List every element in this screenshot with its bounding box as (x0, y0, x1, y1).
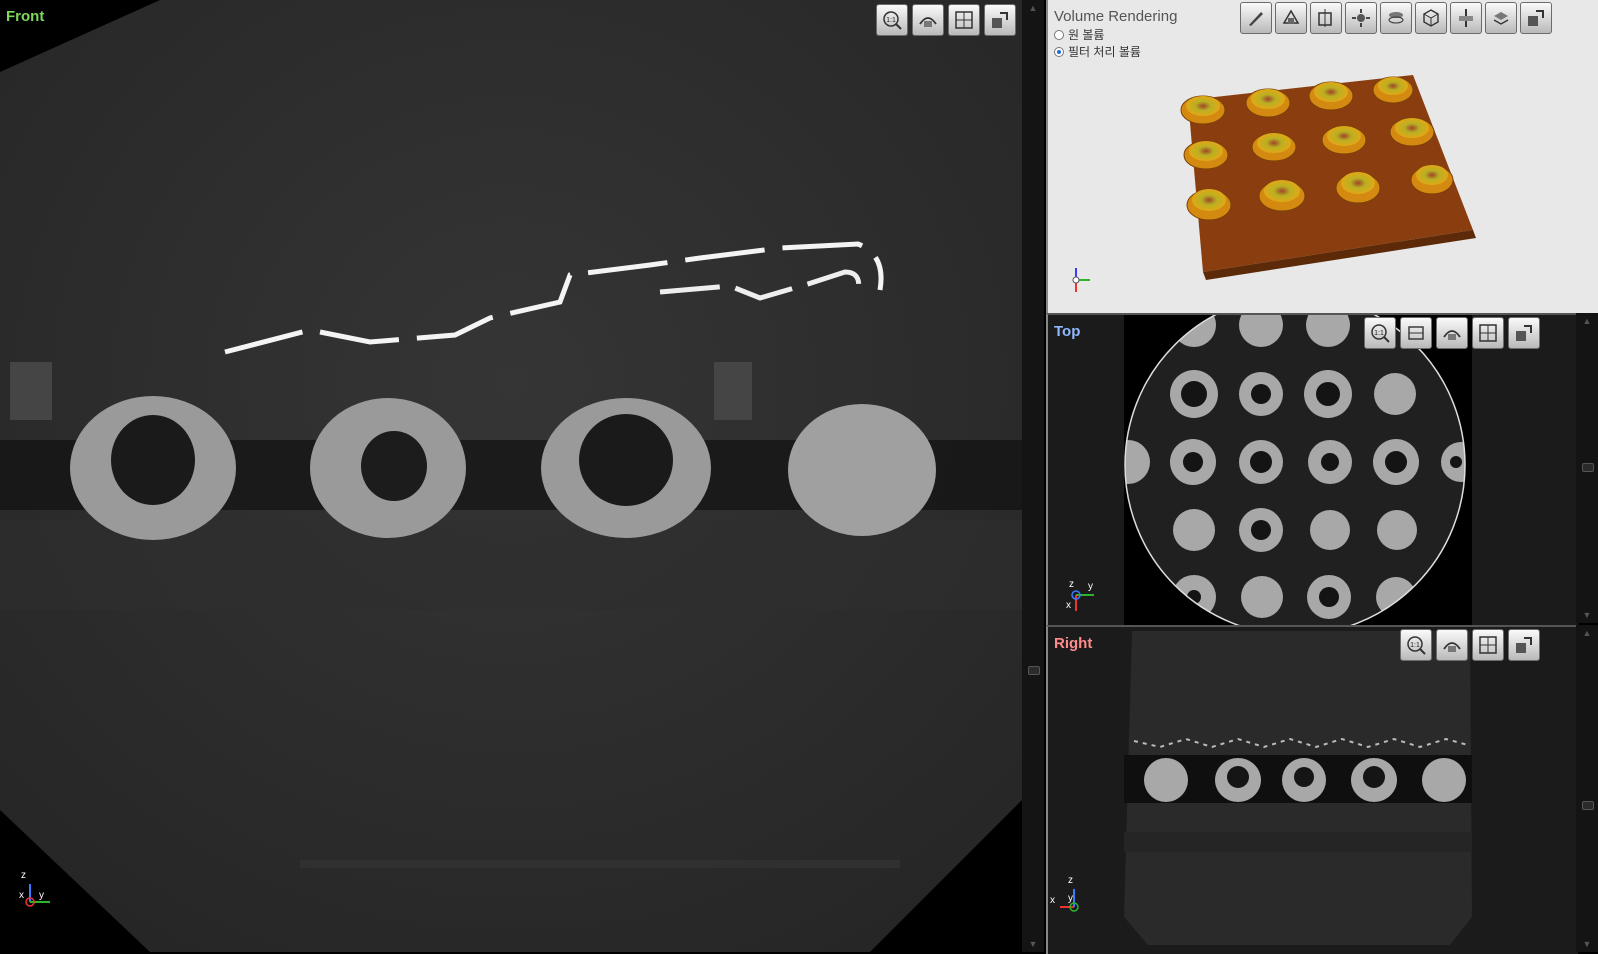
right-layout-grid-button[interactable] (1472, 629, 1504, 661)
scroll-thumb[interactable] (1028, 666, 1040, 675)
right-scroll-thumb[interactable] (1582, 801, 1594, 810)
scroll-up-arrow[interactable]: ▲ (1022, 2, 1044, 14)
render-settings-button[interactable] (1275, 2, 1307, 34)
right-scrollbar[interactable]: ▲ ▼ (1576, 625, 1598, 952)
front-scrollbar[interactable]: ▲ ▼ (1022, 0, 1044, 952)
top-scroll-down-arrow[interactable]: ▼ (1576, 609, 1598, 621)
top-view[interactable]: Top 1:1 z y x (1046, 313, 1578, 625)
svg-text:x: x (1066, 600, 1071, 611)
top-maximize-view-button[interactable] (1508, 317, 1540, 349)
svg-text:z: z (21, 870, 26, 881)
right-scroll-up-arrow[interactable]: ▲ (1576, 627, 1598, 639)
volume-rendering-view[interactable]: Volume Rendering 원 볼륨 필터 처리 볼륨 (1046, 0, 1598, 313)
top-layout-grid-button[interactable] (1472, 317, 1504, 349)
right-slice-settings-button[interactable] (1436, 629, 1468, 661)
cube-view-button[interactable] (1415, 2, 1447, 34)
right-maximize-view-button[interactable] (1508, 629, 1540, 661)
svg-text:z: z (1069, 579, 1074, 590)
right-toolbar: 1:1 (1400, 629, 1540, 661)
zoom-1to1-button[interactable]: 1:1 (876, 4, 908, 36)
front-toolbar: 1:1 (876, 4, 1016, 36)
right-view-title: Right (1054, 635, 1093, 652)
right-view[interactable]: Right 1:1 z x y (1046, 625, 1578, 954)
top-toolbar: 1:1 (1364, 317, 1540, 349)
top-slice-settings-button[interactable] (1436, 317, 1468, 349)
scroll-down-arrow[interactable]: ▼ (1022, 938, 1044, 950)
top-slice-image (1048, 315, 1578, 625)
rotate-view-button[interactable] (1345, 2, 1377, 34)
volume-render-image (1072, 75, 1476, 292)
top-zoom-1to1-button[interactable]: 1:1 (1364, 317, 1396, 349)
volume-toolbar (1240, 2, 1552, 34)
svg-text:1:1: 1:1 (886, 17, 896, 24)
svg-text:x: x (1050, 895, 1055, 906)
front-slice-image (0, 0, 1022, 952)
svg-text:y: y (1088, 581, 1093, 592)
right-slice-image (1124, 631, 1472, 945)
clip-box-button[interactable] (1310, 2, 1342, 34)
svg-text:z: z (1068, 875, 1073, 886)
layers-button[interactable] (1380, 2, 1412, 34)
mesh-button[interactable] (1485, 2, 1517, 34)
top-view-title: Top (1054, 323, 1081, 340)
top-scroll-up-arrow[interactable]: ▲ (1576, 315, 1598, 327)
top-slice-thickness-button[interactable] (1400, 317, 1432, 349)
layout-grid-button[interactable] (948, 4, 980, 36)
front-view-title: Front (6, 8, 45, 25)
volume-axis-gizmo (1072, 268, 1090, 292)
top-scrollbar[interactable]: ▲ ▼ (1576, 313, 1598, 623)
front-axis-gizmo: z x y (19, 870, 50, 907)
slice-settings-button[interactable] (912, 4, 944, 36)
top-scroll-thumb[interactable] (1582, 463, 1594, 472)
right-zoom-1to1-button[interactable]: 1:1 (1400, 629, 1432, 661)
svg-text:1:1: 1:1 (1374, 330, 1384, 337)
right-scroll-down-arrow[interactable]: ▼ (1576, 938, 1598, 950)
svg-text:y: y (39, 890, 44, 901)
svg-text:1:1: 1:1 (1410, 642, 1420, 649)
maximize-view-button[interactable] (984, 4, 1016, 36)
brush-tool-button[interactable] (1240, 2, 1272, 34)
slice-plane-button[interactable] (1450, 2, 1482, 34)
svg-text:y: y (1068, 893, 1073, 904)
front-view[interactable]: Front 1:1 z x y (0, 0, 1022, 952)
volume-maximize-button[interactable] (1520, 2, 1552, 34)
right-axis-gizmo: z x y (1050, 875, 1079, 912)
svg-text:x: x (19, 890, 24, 901)
top-axis-gizmo: z y x (1066, 579, 1094, 611)
